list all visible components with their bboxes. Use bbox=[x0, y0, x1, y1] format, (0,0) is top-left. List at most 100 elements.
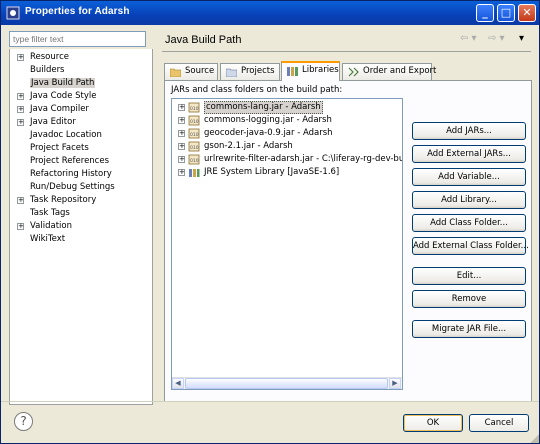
add-library-button[interactable]: Add Library... bbox=[412, 191, 526, 209]
nav-item-label: Task Repository bbox=[30, 195, 97, 205]
library-entry-label: JRE System Library [JavaSE-1.6] bbox=[204, 167, 340, 177]
source-folder-icon bbox=[170, 68, 181, 77]
nav-item-label: Java Compiler bbox=[30, 104, 89, 114]
eclipse-icon bbox=[6, 6, 20, 20]
library-tree[interactable]: + 010 commons-lang.jar - Adarsh + 010 co… bbox=[171, 98, 403, 390]
window-title: Properties for Adarsh bbox=[25, 6, 130, 17]
library-entry[interactable]: + JRE System Library [JavaSE-1.6] bbox=[172, 166, 402, 179]
nav-item-project-facets[interactable]: Project Facets bbox=[10, 142, 152, 155]
jar-icon: 010 bbox=[188, 141, 200, 152]
property-page-tree: + Resource Builders Java Build Path + Java… bbox=[9, 49, 153, 405]
library-icon bbox=[189, 169, 200, 177]
title-divider bbox=[162, 51, 531, 52]
nav-item-java-code-style[interactable]: + Java Code Style bbox=[10, 90, 152, 103]
nav-item-label: Javadoc Location bbox=[30, 130, 102, 140]
nav-item-label: Project References bbox=[30, 156, 110, 166]
add-class-folder-button[interactable]: Add Class Folder... bbox=[412, 214, 526, 232]
forward-arrow-icon[interactable]: ⇨ ▾ bbox=[488, 33, 505, 44]
edit-button[interactable]: Edit... bbox=[412, 267, 526, 285]
expand-icon[interactable]: + bbox=[178, 156, 185, 163]
ok-button[interactable]: OK bbox=[403, 414, 463, 432]
properties-dialog: Properties for Adarsh _ □ ✕ + Resource Bu… bbox=[0, 0, 540, 444]
nav-item-label: Refactoring History bbox=[30, 169, 112, 179]
scroll-left-icon[interactable]: ◀ bbox=[172, 378, 184, 389]
view-menu-icon[interactable]: ▾ bbox=[519, 33, 524, 44]
title-bar[interactable]: Properties for Adarsh _ □ ✕ bbox=[1, 1, 539, 25]
pane-splitter[interactable] bbox=[153, 25, 155, 403]
back-arrow-icon[interactable]: ⇦ ▾ bbox=[460, 33, 477, 44]
remove-button[interactable]: Remove bbox=[412, 290, 526, 308]
add-variable-button[interactable]: Add Variable... bbox=[412, 168, 526, 186]
build-path-label: JARs and class folders on the build path… bbox=[171, 85, 343, 95]
horizontal-scrollbar[interactable]: ◀ ▶ bbox=[172, 377, 402, 389]
tab-projects[interactable]: Projects bbox=[220, 63, 280, 80]
scrollbar-thumb[interactable] bbox=[185, 378, 388, 389]
nav-item-java-compiler[interactable]: + Java Compiler bbox=[10, 103, 152, 116]
library-entry[interactable]: + 010 gson-2.1.jar - Adarsh bbox=[172, 140, 402, 153]
nav-item-run-debug-settings[interactable]: Run/Debug Settings bbox=[10, 181, 152, 194]
minimize-button[interactable]: _ bbox=[476, 4, 494, 22]
nav-item-javadoc-location[interactable]: Javadoc Location bbox=[10, 129, 152, 142]
nav-item-label: Validation bbox=[30, 221, 72, 231]
tab-source[interactable]: Source bbox=[164, 63, 218, 80]
jar-icon: 010 bbox=[188, 115, 200, 126]
dialog-content: + Resource Builders Java Build Path + Java… bbox=[1, 25, 539, 405]
tab-label: Libraries bbox=[302, 65, 339, 75]
nav-item-label: Java Code Style bbox=[30, 91, 97, 101]
projects-icon bbox=[226, 68, 237, 77]
nav-item-project-references[interactable]: Project References bbox=[10, 155, 152, 168]
expand-icon[interactable]: + bbox=[17, 54, 24, 61]
nav-item-label: Builders bbox=[30, 65, 65, 75]
page-title: Java Build Path bbox=[165, 34, 242, 46]
svg-text:010: 010 bbox=[190, 119, 199, 125]
expand-icon[interactable]: + bbox=[178, 169, 185, 176]
history-navigation: ⇦ ▾ ⇨ ▾ ▾ bbox=[460, 33, 530, 47]
expand-icon[interactable]: + bbox=[178, 143, 185, 150]
filter-input[interactable] bbox=[9, 31, 146, 47]
library-entry[interactable]: + 010 commons-logging.jar - Adarsh bbox=[172, 114, 402, 127]
tab-label: Projects bbox=[241, 66, 275, 76]
nav-item-java-editor[interactable]: + Java Editor bbox=[10, 116, 152, 129]
expand-icon[interactable]: + bbox=[17, 93, 24, 100]
library-entry-label: commons-lang.jar - Adarsh bbox=[204, 101, 323, 114]
expand-icon[interactable]: + bbox=[178, 130, 185, 137]
nav-item-label: Java Editor bbox=[30, 117, 76, 127]
nav-item-wikitext[interactable]: WikiText bbox=[10, 233, 152, 246]
nav-item-label: WikiText bbox=[30, 234, 66, 244]
nav-item-label: Run/Debug Settings bbox=[30, 182, 115, 192]
svg-text:010: 010 bbox=[190, 132, 199, 138]
resize-grip-icon[interactable] bbox=[530, 434, 539, 443]
expand-icon[interactable]: + bbox=[178, 117, 185, 124]
add-jars-button[interactable]: Add JARs... bbox=[412, 122, 526, 140]
expand-icon[interactable]: + bbox=[178, 104, 185, 111]
tab-libraries[interactable]: Libraries bbox=[281, 61, 340, 81]
migrate-jar-button[interactable]: Migrate JAR File... bbox=[412, 320, 526, 338]
expand-icon[interactable]: + bbox=[17, 197, 24, 204]
expand-icon[interactable]: + bbox=[17, 119, 24, 126]
library-entry-label: geocoder-java-0.9.jar - Adarsh bbox=[204, 128, 333, 138]
library-entry[interactable]: + 010 geocoder-java-0.9.jar - Adarsh bbox=[172, 127, 402, 140]
cancel-button[interactable]: Cancel bbox=[469, 414, 529, 432]
build-path-tabs: Source Projects Libraries Order and Expo… bbox=[164, 61, 531, 81]
tab-order-and-export[interactable]: Order and Export bbox=[342, 63, 436, 80]
library-entry[interactable]: + 010 commons-lang.jar - Adarsh bbox=[172, 101, 402, 114]
nav-item-refactoring-history[interactable]: Refactoring History bbox=[10, 168, 152, 181]
library-entry[interactable]: + 010 urlrewrite-filter-adarsh.jar - C:\… bbox=[172, 153, 402, 166]
expand-icon[interactable]: + bbox=[17, 223, 24, 230]
nav-item-task-repository[interactable]: + Task Repository bbox=[10, 194, 152, 207]
scroll-right-icon[interactable]: ▶ bbox=[389, 378, 401, 389]
expand-icon[interactable]: + bbox=[17, 106, 24, 113]
nav-item-label: Java Build Path bbox=[30, 78, 96, 88]
close-button[interactable]: ✕ bbox=[518, 4, 536, 22]
maximize-button[interactable]: □ bbox=[497, 4, 515, 22]
nav-item-task-tags[interactable]: Task Tags bbox=[10, 207, 152, 220]
add-external-class-folder-button[interactable]: Add External Class Folder... bbox=[412, 237, 529, 255]
nav-item-builders[interactable]: Builders bbox=[10, 64, 152, 77]
tab-label: Order and Export bbox=[363, 66, 437, 76]
nav-item-java-build-path[interactable]: Java Build Path bbox=[10, 77, 152, 90]
library-entry-label: urlrewrite-filter-adarsh.jar - C:\lifera… bbox=[204, 154, 402, 164]
help-icon[interactable]: ? bbox=[14, 412, 33, 431]
nav-item-validation[interactable]: + Validation bbox=[10, 220, 152, 233]
add-external-jars-button[interactable]: Add External JARs... bbox=[412, 145, 526, 163]
nav-item-resource[interactable]: + Resource bbox=[10, 51, 152, 64]
